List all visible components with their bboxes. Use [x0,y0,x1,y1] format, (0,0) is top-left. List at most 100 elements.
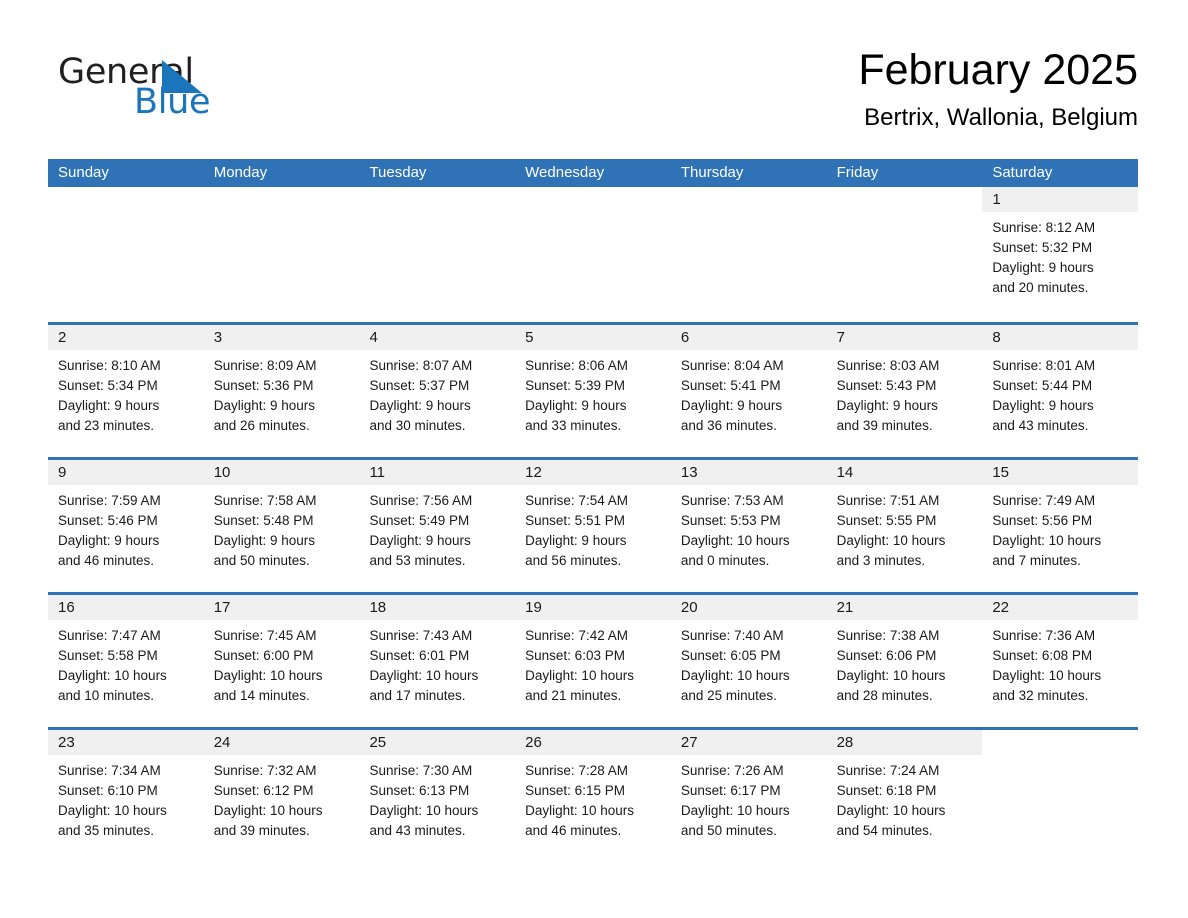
day-number: 11 [369,464,386,481]
sunrise-text: Sunrise: 8:03 AM [836,358,940,373]
daylight-text-line2: and 7 minutes. [992,553,1081,568]
day-cell[interactable]: 21 Sunrise: 7:38 AM Sunset: 6:06 PM Dayligh… [826,595,983,727]
sunset-text: Sunset: 6:01 PM [369,648,470,663]
day-number-band: 5 [515,325,671,350]
day-cell[interactable]: 23 Sunrise: 7:34 AM Sunset: 6:10 PM Dayligh… [48,730,204,862]
sunrise-text: Sunrise: 7:24 AM [836,763,940,778]
daylight-text-line1: Daylight: 9 hours [369,533,471,548]
day-cell-empty [982,730,1138,862]
day-number-band: 24 [203,730,360,755]
daylight-text-line1: Daylight: 9 hours [992,398,1094,413]
day-cell[interactable]: 25 Sunrise: 7:30 AM Sunset: 6:13 PM Dayligh… [359,730,516,862]
daylight-text-line2: and 0 minutes. [680,553,770,568]
day-cell[interactable]: 11 Sunrise: 7:56 AM Sunset: 5:49 PM Dayligh… [359,460,516,592]
sunrise-text: Sunrise: 7:51 AM [836,493,940,508]
weekday-header-row: Sunday Monday Tuesday Wednesday Thursday… [48,159,1138,187]
brand-logo[interactable]: General Blue [58,52,318,130]
sunrise-text: Sunrise: 7:58 AM [213,493,317,508]
sunset-text: Sunset: 5:37 PM [369,378,470,393]
day-cell[interactable]: 17 Sunrise: 7:45 AM Sunset: 6:00 PM Dayligh… [203,595,360,727]
sunrise-text: Sunrise: 7:43 AM [369,628,473,643]
daylight-text-line2: and 25 minutes. [680,688,777,703]
sunset-text: Sunset: 6:13 PM [369,783,470,798]
day-cell[interactable]: 12 Sunrise: 7:54 AM Sunset: 5:51 PM Dayligh… [515,460,671,592]
day-number: 22 [992,599,1009,616]
day-cell[interactable]: 14 Sunrise: 7:51 AM Sunset: 5:55 PM Dayligh… [826,460,983,592]
sunrise-text: Sunrise: 7:53 AM [680,493,784,508]
week-row: 9 Sunrise: 7:59 AM Sunset: 5:46 PM Daylight… [48,457,1139,592]
day-cell[interactable]: 19 Sunrise: 7:42 AM Sunset: 6:03 PM Dayligh… [515,595,671,727]
daylight-text-line1: Daylight: 10 hours [58,803,167,818]
day-cell[interactable]: 26 Sunrise: 7:28 AM Sunset: 6:15 PM Dayligh… [515,730,671,862]
sunrise-text: Sunrise: 8:01 AM [992,358,1096,373]
day-info: Sunrise: 8:10 AM Sunset: 5:34 PM Daylight:… [48,350,204,436]
daylight-text-line2: and 35 minutes. [58,823,155,838]
sunrise-text: Sunrise: 8:12 AM [992,220,1096,235]
day-number: 24 [213,734,231,751]
day-info: Sunrise: 8:09 AM Sunset: 5:36 PM Daylight:… [204,350,360,436]
day-cell[interactable]: 28 Sunrise: 7:24 AM Sunset: 6:18 PM Dayligh… [826,730,983,862]
week-row: 2 Sunrise: 8:10 AM Sunset: 5:34 PM Daylight… [48,322,1139,457]
sunrise-text: Sunrise: 7:45 AM [213,628,317,643]
day-cell[interactable]: 16 Sunrise: 7:47 AM Sunset: 5:58 PM Dayligh… [48,595,204,727]
day-info: Sunrise: 7:56 AM Sunset: 5:49 PM Daylight:… [359,485,515,571]
day-number: 8 [992,329,1001,346]
day-cell[interactable]: 9 Sunrise: 7:59 AM Sunset: 5:46 PM Daylight… [48,460,204,592]
day-number-band: 16 [48,595,204,620]
day-cell[interactable]: 1 Sunrise: 8:12 AM Sunset: 5:32 PM Daylight… [982,187,1139,322]
daylight-text-line1: Daylight: 9 hours [525,533,627,548]
day-number: 23 [58,734,75,751]
day-info: Sunrise: 7:47 AM Sunset: 5:58 PM Daylight:… [48,620,204,706]
day-info: Sunrise: 7:40 AM Sunset: 6:05 PM Daylight:… [671,620,827,706]
day-number-band [48,187,204,212]
day-number: 5 [525,329,534,346]
day-cell[interactable]: 24 Sunrise: 7:32 AM Sunset: 6:12 PM Dayligh… [203,730,360,862]
daylight-text-line1: Daylight: 10 hours [680,533,790,548]
daylight-text-line2: and 36 minutes. [680,418,777,433]
day-cell[interactable]: 20 Sunrise: 7:40 AM Sunset: 6:05 PM Dayligh… [670,595,827,727]
day-info: Sunrise: 7:26 AM Sunset: 6:17 PM Daylight:… [671,755,827,841]
sunrise-text: Sunrise: 7:42 AM [525,628,628,643]
day-number: 17 [213,599,231,616]
day-number-band: 2 [48,325,204,350]
day-number-band [671,187,827,212]
daylight-text-line1: Daylight: 9 hours [992,260,1094,275]
day-cell[interactable]: 13 Sunrise: 7:53 AM Sunset: 5:53 PM Dayligh… [670,460,827,592]
calendar-grid: Sunday Monday Tuesday Wednesday Thursday… [48,159,1139,862]
daylight-text-line2: and 50 minutes. [213,553,310,568]
daylight-text-line2: and 28 minutes. [836,688,933,703]
day-number-band: 19 [515,595,671,620]
day-info: Sunrise: 8:12 AM Sunset: 5:32 PM Daylight:… [982,212,1138,298]
day-info: Sunrise: 7:54 AM Sunset: 5:51 PM Daylight:… [515,485,671,571]
day-number-band: 22 [982,595,1139,620]
day-info: Sunrise: 7:34 AM Sunset: 6:10 PM Daylight:… [48,755,204,841]
day-cell[interactable]: 7 Sunrise: 8:03 AM Sunset: 5:43 PM Daylight… [826,325,983,457]
day-cell[interactable]: 27 Sunrise: 7:26 AM Sunset: 6:17 PM Dayligh… [670,730,827,862]
day-number: 25 [369,734,387,751]
sunrise-text: Sunrise: 7:34 AM [58,763,161,778]
sunset-text: Sunset: 5:48 PM [213,513,314,528]
day-cell[interactable]: 3 Sunrise: 8:09 AM Sunset: 5:36 PM Daylight… [203,325,360,457]
day-number: 1 [992,191,1001,208]
day-number-band: 27 [670,730,827,755]
sunset-text: Sunset: 6:18 PM [836,783,937,798]
day-cell[interactable]: 5 Sunrise: 8:06 AM Sunset: 5:39 PM Daylight… [515,325,671,457]
daylight-text-line1: Daylight: 10 hours [369,668,479,683]
day-cell[interactable]: 4 Sunrise: 8:07 AM Sunset: 5:37 PM Daylight… [359,325,516,457]
daylight-text-line2: and 39 minutes. [213,823,310,838]
daylight-text-line1: Daylight: 9 hours [213,398,316,413]
daylight-text-line2: and 26 minutes. [213,418,310,433]
day-info: Sunrise: 8:07 AM Sunset: 5:37 PM Daylight:… [359,350,515,436]
day-cell[interactable]: 2 Sunrise: 8:10 AM Sunset: 5:34 PM Daylight… [48,325,204,457]
day-number: 20 [680,599,698,616]
sunset-text: Sunset: 5:36 PM [213,378,314,393]
day-cell[interactable]: 10 Sunrise: 7:58 AM Sunset: 5:48 PM Dayligh… [203,460,360,592]
day-cell[interactable]: 18 Sunrise: 7:43 AM Sunset: 6:01 PM Dayligh… [359,595,516,727]
day-cell[interactable]: 15 Sunrise: 7:49 AM Sunset: 5:56 PM Dayligh… [982,460,1139,592]
day-cell[interactable]: 8 Sunrise: 8:01 AM Sunset: 5:44 PM Daylight… [982,325,1139,457]
sunrise-text: Sunrise: 8:04 AM [680,358,784,373]
day-cell[interactable]: 22 Sunrise: 7:36 AM Sunset: 6:08 PM Dayligh… [982,595,1139,727]
sunrise-text: Sunrise: 7:40 AM [680,628,784,643]
day-info: Sunrise: 7:32 AM Sunset: 6:12 PM Daylight:… [204,755,360,841]
day-cell[interactable]: 6 Sunrise: 8:04 AM Sunset: 5:41 PM Daylight… [670,325,827,457]
